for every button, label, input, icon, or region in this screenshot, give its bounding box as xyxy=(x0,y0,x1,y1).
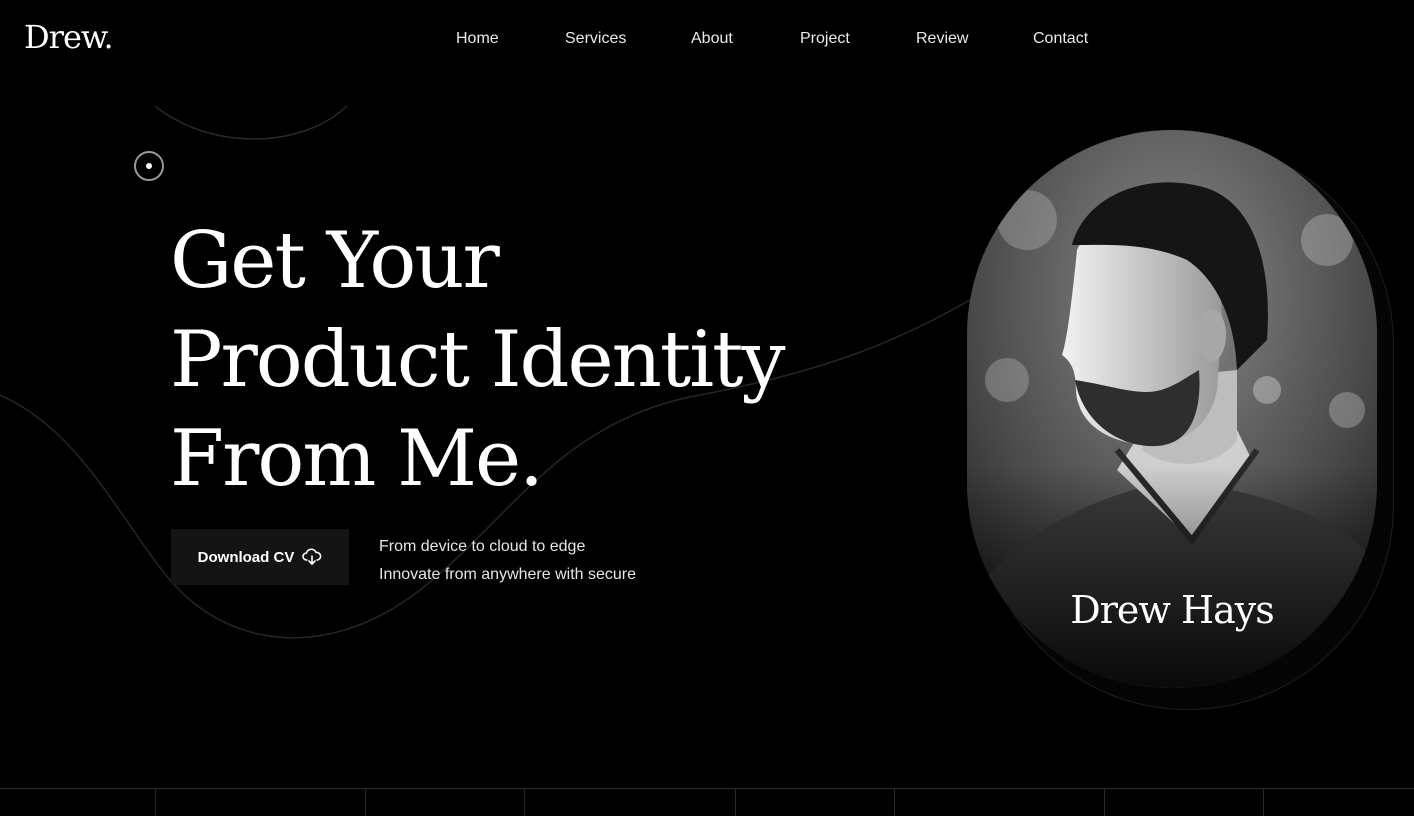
headline-line-2: Product Identity xyxy=(170,315,786,405)
strip-divider xyxy=(365,789,366,816)
bottom-strip xyxy=(0,788,1414,816)
nav-item-services[interactable]: Services xyxy=(565,30,626,48)
nav-item-review[interactable]: Review xyxy=(916,30,968,48)
nav-item-about[interactable]: About xyxy=(691,30,733,48)
hero-tagline: From device to cloud to edge Innovate fr… xyxy=(379,533,636,589)
indicator-dot xyxy=(146,163,152,169)
nav-item-contact[interactable]: Contact xyxy=(1033,30,1088,48)
main-nav: Home Services About Project Review Conta… xyxy=(0,30,1414,50)
headline-line-1: Get Your xyxy=(170,216,500,306)
landing-page: Drew. Home Services About Project Review… xyxy=(0,0,1414,816)
scroll-indicator-icon xyxy=(134,151,164,181)
portrait-name: Drew Hays xyxy=(1070,588,1275,632)
strip-divider xyxy=(1263,789,1264,816)
download-cv-label: Download CV xyxy=(197,548,295,566)
hero-headline: Get Your Product Identity From Me. xyxy=(170,212,786,509)
tagline-line-2: Innovate from anywhere with secure xyxy=(379,566,637,583)
strip-divider xyxy=(894,789,895,816)
portrait-card: Drew Hays xyxy=(967,130,1377,688)
strip-divider xyxy=(524,789,525,816)
headline-line-3: From Me. xyxy=(170,414,544,504)
tagline-line-1: From device to cloud to edge xyxy=(379,538,586,555)
cloud-download-icon xyxy=(302,548,322,566)
strip-divider xyxy=(735,789,736,816)
download-cv-button[interactable]: Download CV xyxy=(171,529,349,585)
nav-item-project[interactable]: Project xyxy=(800,30,850,48)
strip-divider xyxy=(1104,789,1105,816)
strip-divider xyxy=(155,789,156,816)
nav-item-home[interactable]: Home xyxy=(456,30,499,48)
